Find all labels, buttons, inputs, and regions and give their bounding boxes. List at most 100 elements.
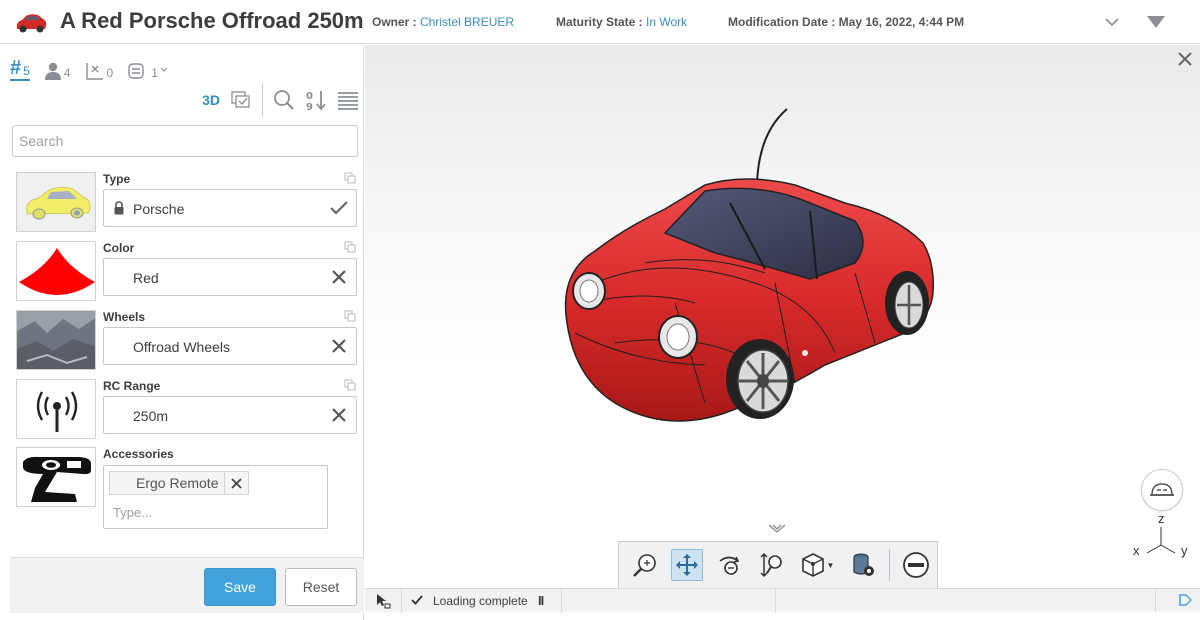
- search-icon[interactable]: [273, 89, 295, 111]
- sort-icon[interactable]: 09: [305, 89, 327, 111]
- accessories-field[interactable]: Ergo Remote: [103, 465, 328, 529]
- wheels-value: Offroad Wheels: [133, 339, 231, 355]
- tab-users[interactable]: 4: [44, 53, 71, 81]
- pause-icon[interactable]: II: [538, 593, 544, 608]
- close-icon[interactable]: [1178, 49, 1192, 72]
- copy-icon[interactable]: [344, 241, 356, 253]
- wheels-thumbnail: [16, 310, 96, 370]
- attribute-label: Color: [103, 241, 135, 255]
- person-icon: [44, 62, 61, 80]
- zoom-button[interactable]: [755, 549, 787, 581]
- clear-icon[interactable]: [330, 337, 348, 355]
- copy-icon[interactable]: [344, 379, 356, 391]
- axis-x-label: x: [1133, 543, 1140, 558]
- database-settings-icon: [853, 553, 874, 576]
- panel-toolbar: 3D 09: [202, 84, 359, 116]
- tab-count: 1: [151, 66, 158, 80]
- color-thumbnail: [16, 241, 96, 301]
- section-icon: [903, 552, 929, 578]
- axis-z-label: z: [1158, 511, 1165, 526]
- attribute-type: Type Porsche: [14, 172, 358, 234]
- color-field[interactable]: Red: [103, 258, 357, 296]
- maturity-link[interactable]: In Work: [646, 15, 687, 29]
- wheels-field[interactable]: Offroad Wheels: [103, 327, 357, 365]
- search-input[interactable]: [12, 125, 358, 157]
- zoom-fit-button[interactable]: [629, 549, 661, 581]
- accessories-input[interactable]: [113, 502, 313, 522]
- select-pointer-icon[interactable]: [375, 593, 391, 609]
- stack-icon: [128, 63, 144, 79]
- 3d-viewer[interactable]: z x y ▼: [365, 45, 1200, 588]
- tab-count: 4: [63, 66, 71, 80]
- dropdown-caret-icon: ▼: [826, 560, 835, 570]
- status-divider: [561, 589, 562, 613]
- select-in-3d-icon[interactable]: [230, 89, 252, 111]
- type-thumbnail: [16, 172, 96, 232]
- color-value: Red: [133, 270, 159, 286]
- save-button[interactable]: Save: [204, 568, 276, 606]
- car-icon: [16, 14, 47, 33]
- viewer-toolbar: ▼: [618, 541, 938, 588]
- clear-icon[interactable]: [330, 268, 348, 286]
- tag-icon[interactable]: [1178, 593, 1192, 607]
- panel-footer: Save Reset: [10, 557, 364, 613]
- owner-info: Owner : Christel BREUER: [372, 15, 514, 29]
- check-icon[interactable]: [330, 199, 348, 217]
- rc-range-field[interactable]: 250m: [103, 396, 357, 434]
- tab-stack[interactable]: 1: [127, 53, 168, 81]
- attribute-label: Type: [103, 172, 131, 186]
- list-view-icon[interactable]: [337, 89, 359, 111]
- rotate-button[interactable]: [713, 549, 745, 581]
- owner-label: Owner :: [372, 15, 421, 29]
- svg-text:0: 0: [306, 91, 313, 102]
- accessories-thumbnail: [16, 447, 96, 507]
- tab-attributes[interactable]: # 5: [10, 53, 30, 81]
- status-text: Loading complete: [433, 594, 528, 608]
- axis-y-label: y: [1181, 543, 1188, 558]
- checkbox-x-icon: [85, 63, 103, 80]
- toolbar-divider: [262, 84, 263, 116]
- clear-icon[interactable]: [330, 406, 348, 424]
- assistant-button[interactable]: [1141, 469, 1183, 511]
- lock-icon: [114, 201, 124, 215]
- helmet-icon: [1150, 483, 1174, 496]
- app-header: A Red Porsche Offroad 250m Owner : Chris…: [0, 0, 1200, 44]
- status-divider: [775, 589, 776, 613]
- triangle-down-icon[interactable]: [1144, 10, 1168, 34]
- axis-compass: z x y: [1131, 509, 1191, 565]
- copy-icon[interactable]: [344, 172, 356, 184]
- rc-range-value: 250m: [133, 408, 169, 424]
- attributes-panel: # 5 4 0 1 3D 09 Search Type Porsche Colo…: [0, 45, 364, 620]
- copy-icon[interactable]: [344, 310, 356, 322]
- remove-chip-icon[interactable]: [224, 472, 248, 494]
- attribute-color: Color Red: [14, 241, 358, 303]
- status-divider: [401, 589, 402, 613]
- status-bar: Loading complete II: [365, 588, 1200, 613]
- database-settings-button[interactable]: [847, 549, 879, 581]
- pan-button[interactable]: [671, 549, 703, 581]
- modification-date: Modification Date : May 16, 2022, 4:44 P…: [728, 15, 964, 29]
- owner-link[interactable]: Christel BREUER: [420, 15, 514, 29]
- chevron-down-icon: [160, 67, 168, 72]
- car-3d-model[interactable]: [555, 103, 945, 433]
- 3d-toggle-button[interactable]: 3D: [202, 92, 220, 108]
- accessory-chip[interactable]: Ergo Remote: [109, 471, 250, 495]
- tab-count: 0: [106, 66, 114, 80]
- chevron-down-icon[interactable]: [1100, 10, 1124, 34]
- section-button[interactable]: [900, 549, 932, 581]
- hash-icon: #: [10, 57, 22, 79]
- page-title: A Red Porsche Offroad 250m: [60, 8, 364, 33]
- reset-button[interactable]: Reset: [285, 568, 357, 606]
- status-divider: [1155, 589, 1156, 613]
- view-cube-button[interactable]: ▼: [797, 549, 837, 581]
- tab-count: 5: [23, 64, 30, 78]
- maturity-label: Maturity State :: [556, 15, 647, 29]
- tab-exclusions[interactable]: 0: [85, 53, 114, 81]
- pan-icon: [676, 554, 698, 576]
- maturity-info: Maturity State : In Work: [556, 15, 687, 29]
- type-value: Porsche: [133, 201, 185, 217]
- zoom-fit-icon: [633, 554, 656, 577]
- expand-toolbar-icon[interactable]: [767, 523, 787, 537]
- type-field[interactable]: Porsche: [103, 189, 357, 227]
- check-icon: [411, 592, 423, 608]
